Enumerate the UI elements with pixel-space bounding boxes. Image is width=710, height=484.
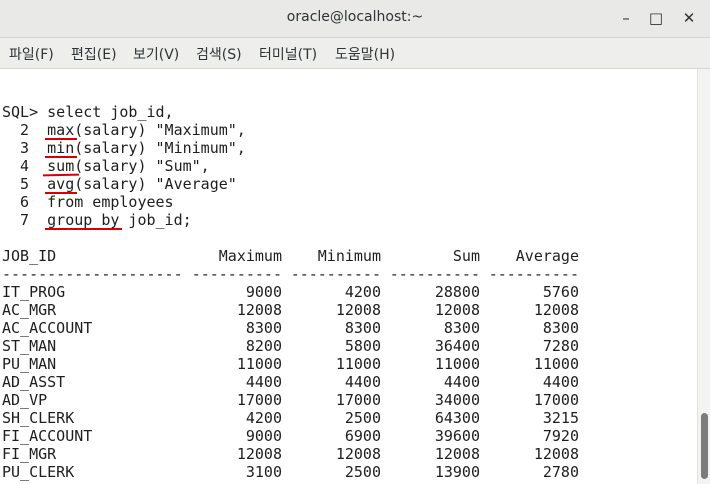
menu-terminal[interactable]: 터미널(T)	[259, 44, 317, 64]
cell-sum: 12008	[434, 445, 480, 463]
cell-maximum: 17000	[236, 391, 282, 409]
header-maximum: Maximum	[218, 247, 282, 265]
cell-job-id: SH_CLERK	[2, 409, 75, 427]
cell-average: 8300	[542, 319, 579, 337]
cell-average: 5760	[542, 283, 579, 301]
terminal-window: oracle@localhost:~ – □ ✕ 파일(F) 편집(E) 보기(…	[0, 0, 710, 484]
cell-maximum: 8200	[245, 337, 282, 355]
cell-minimum: 2500	[344, 463, 381, 481]
cell-maximum: 4400	[245, 373, 282, 391]
cell-job-id: IT_PROG	[2, 283, 66, 301]
cell-average: 17000	[533, 391, 579, 409]
cell-average: 7280	[542, 337, 579, 355]
underline-group-by	[45, 228, 122, 230]
cell-maximum: 11000	[236, 355, 282, 373]
cell-job-id: FI_MGR	[2, 445, 57, 463]
title-bar[interactable]: oracle@localhost:~ – □ ✕	[0, 0, 710, 38]
cell-average: 2780	[542, 463, 579, 481]
menu-search[interactable]: 검색(S)	[196, 44, 242, 64]
sql-line-7: 7 group by job_id;	[2, 211, 192, 229]
sql-line-3: 3 min(salary) "Minimum",	[2, 139, 246, 157]
sql-line-6: 6 from employees	[2, 193, 174, 211]
cell-job-id: PU_CLERK	[2, 463, 75, 481]
menu-help[interactable]: 도움말(H)	[335, 44, 395, 64]
menu-file[interactable]: 파일(F)	[9, 44, 54, 64]
cell-sum: 11000	[434, 355, 480, 373]
cell-job-id: AD_VP	[2, 391, 48, 409]
cell-sum: 13900	[434, 463, 480, 481]
cell-job-id: AC_MGR	[2, 301, 57, 319]
cell-sum: 4400	[443, 373, 480, 391]
cell-sum: 39600	[434, 427, 480, 445]
cell-minimum: 5800	[344, 337, 381, 355]
sql-line-1: SQL> select job_id,	[2, 103, 174, 121]
terminal-output[interactable]: SQL> select job_id, 2 max(salary) "Maxim…	[0, 69, 697, 484]
menu-view[interactable]: 보기(V)	[133, 44, 179, 64]
sql-line-2: 2 max(salary) "Maximum",	[2, 121, 246, 139]
cell-sum: 12008	[434, 301, 480, 319]
cell-sum: 36400	[434, 337, 480, 355]
cell-maximum: 12008	[236, 301, 282, 319]
cell-job-id: ST_MAN	[2, 337, 57, 355]
cell-maximum: 4200	[245, 409, 282, 427]
cell-sum: 8300	[443, 319, 480, 337]
cell-job-id: AC_ACCOUNT	[2, 319, 93, 337]
cell-minimum: 8300	[344, 319, 381, 337]
cell-average: 7920	[542, 427, 579, 445]
cell-average: 11000	[533, 355, 579, 373]
separator-average: ----------	[488, 265, 579, 283]
cell-sum: 34000	[434, 391, 480, 409]
menu-edit[interactable]: 편집(E)	[71, 44, 117, 64]
header-sum: Sum	[452, 247, 480, 265]
menu-bar: 파일(F) 편집(E) 보기(V) 검색(S) 터미널(T) 도움말(H)	[0, 38, 710, 69]
vertical-scrollbar[interactable]	[697, 69, 710, 484]
cell-average: 12008	[533, 445, 579, 463]
underline-min	[45, 156, 77, 158]
cell-minimum: 4200	[344, 283, 381, 301]
minimize-icon[interactable]: –	[614, 6, 638, 30]
cell-job-id: FI_ACCOUNT	[2, 427, 93, 445]
cell-minimum: 12008	[335, 445, 381, 463]
separator-minimum: ----------	[290, 265, 381, 283]
cell-average: 4400	[542, 373, 579, 391]
cell-minimum: 4400	[344, 373, 381, 391]
close-icon[interactable]: ✕	[677, 6, 701, 30]
cell-minimum: 6900	[344, 427, 381, 445]
cell-minimum: 2500	[344, 409, 381, 427]
header-average: Average	[515, 247, 579, 265]
window-title: oracle@localhost:~	[286, 9, 424, 25]
cell-maximum: 3100	[245, 463, 282, 481]
separator-sum: ----------	[389, 265, 480, 283]
underline-max	[45, 138, 77, 140]
separator-job-id: --------------------	[2, 265, 183, 283]
cell-average: 12008	[533, 301, 579, 319]
separator-maximum: ----------	[191, 265, 282, 283]
cell-job-id: AD_ASST	[2, 373, 66, 391]
cell-minimum: 17000	[335, 391, 381, 409]
header-minimum: Minimum	[317, 247, 381, 265]
sql-line-4: 4 sum(salary) "Sum",	[2, 157, 210, 175]
cell-minimum: 12008	[335, 301, 381, 319]
cell-average: 3215	[542, 409, 579, 427]
cell-maximum: 12008	[236, 445, 282, 463]
underline-avg	[45, 192, 77, 194]
cell-maximum: 9000	[245, 427, 282, 445]
scrollbar-thumb[interactable]	[701, 413, 708, 479]
header-job-id: JOB_ID	[2, 247, 57, 265]
cell-job-id: PU_MAN	[2, 355, 57, 373]
cell-maximum: 9000	[245, 283, 282, 301]
maximize-icon[interactable]: □	[644, 6, 668, 30]
cell-maximum: 8300	[245, 319, 282, 337]
sql-line-5: 5 avg(salary) "Average"	[2, 175, 237, 193]
cell-sum: 64300	[434, 409, 480, 427]
cell-sum: 28800	[434, 283, 480, 301]
cell-minimum: 11000	[335, 355, 381, 373]
